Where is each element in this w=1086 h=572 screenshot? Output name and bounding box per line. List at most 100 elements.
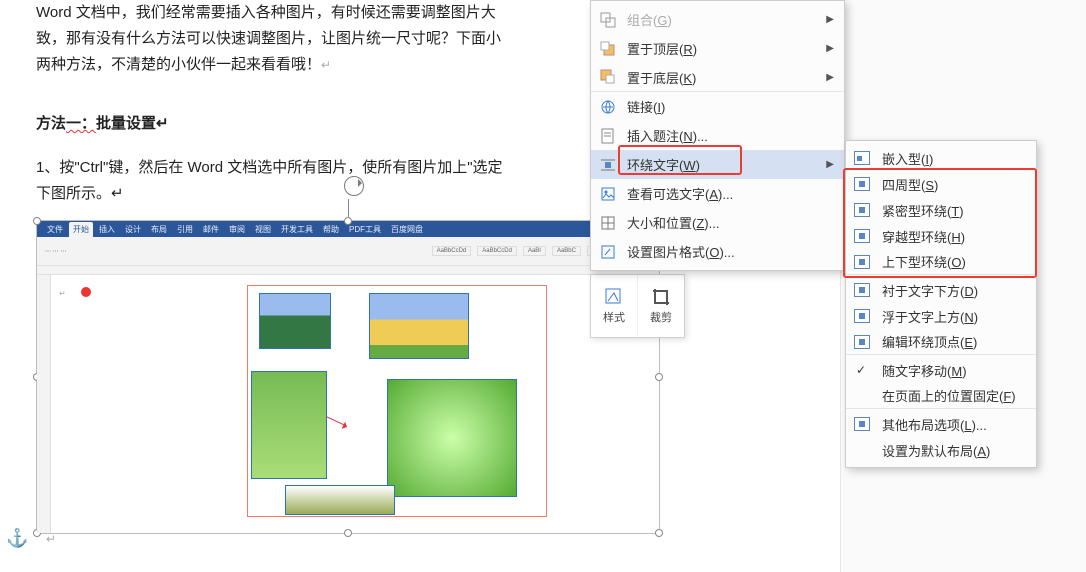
picture[interactable] [387,379,517,497]
submenu-item-square[interactable]: 四周型(S) [846,171,1036,197]
submenu-item-front2[interactable]: 浮于文字上方(N) [846,303,1036,329]
inner-canvas [211,285,639,525]
menu-item-wrap[interactable]: 环绕文字(W)▶ [591,150,844,179]
inner-tab[interactable]: 开始 [69,222,93,237]
record-dot-icon [81,287,91,297]
menu-label: 置于顶层(R) [627,39,697,58]
inner-tab[interactable]: 文件 [43,222,67,237]
menu-label: 插入题注(N)... [627,126,708,145]
embedded-screenshot[interactable]: 文件开始插入设计布局引用邮件审阅视图开发工具帮助PDF工具百度网盘 ⋯ ⋯ ⋯ … [36,220,660,534]
style-preview: AaBI [523,246,546,256]
submenu-item-move[interactable]: ✓随文字移动(M) [846,357,1036,383]
menu-item-front[interactable]: 置于顶层(R)▶ [591,34,844,63]
menu-item-link[interactable]: 链接(I) [591,92,844,121]
paragraph-line: 两种方法，不清楚的小伙伴一起来看看哦！ [36,56,321,73]
submenu-item-topbottom[interactable]: 上下型环绕(O) [846,249,1036,275]
style-preview: AaBbCcDd [477,246,517,256]
menu-label: 链接(I) [627,97,665,116]
menu-label: 置于底层(K) [627,68,696,87]
resize-handle[interactable] [344,217,352,225]
submenu-item-tight[interactable]: 紧密型环绕(T) [846,197,1036,223]
wrap-topbottom-icon [854,255,870,269]
margin-dot: ↵ [59,289,66,298]
inner-tab[interactable]: 设计 [121,222,145,237]
submenu-arrow-icon: ▶ [826,72,834,83]
submenu-label: 紧密型环绕(T) [882,201,964,220]
submenu-item-fix[interactable]: 在页面上的位置固定(F) [846,383,1036,409]
submenu-item-inline[interactable]: 嵌入型(I) [846,145,1036,171]
submenu-label: 编辑环绕顶点(E) [882,332,977,351]
size-icon [599,214,617,232]
menu-label: 设置图片格式(O)... [627,242,735,261]
step1-b: 下图所示。 [36,185,111,202]
heading-wave: 一： [66,115,96,132]
menu-item-fmt[interactable]: 设置图片格式(O)... [591,237,844,266]
submenu-label: 嵌入型(I) [882,149,933,168]
rotate-handle-icon[interactable] [344,176,364,196]
mini-style-button[interactable]: 样式 [591,275,638,337]
menu-item-back[interactable]: 置于底层(K) ▶ [591,63,844,92]
anchor-icon: ⚓ [6,528,28,549]
style-preview: AaBbC [552,246,581,256]
wrap-behind-icon [854,283,870,297]
wrap-icon [599,156,617,174]
inner-tab[interactable]: 百度网盘 [387,222,427,237]
paragraph-line: 致，那有没有什么方法可以快速调整图片，让图片统一尺寸呢？下面小 [36,30,501,47]
inner-left-ruler [37,275,51,533]
submenu-label: 浮于文字上方(N) [882,307,978,326]
inner-tab[interactable]: 插入 [95,222,119,237]
fmt-icon [599,243,617,261]
inner-tab[interactable]: 审阅 [225,222,249,237]
submenu-label: 穿越型环绕(H) [882,227,965,246]
crop-icon [651,287,671,307]
rotate-stem [348,199,349,217]
menu-item-size[interactable]: 大小和位置(Z)... [591,208,844,237]
inner-tab[interactable]: 邮件 [199,222,223,237]
resize-handle[interactable] [344,529,352,537]
menu-item-caption[interactable]: 插入题注(N)... [591,121,844,150]
submenu-item-editpts[interactable]: 编辑环绕顶点(E) [846,329,1036,355]
inner-tab[interactable]: PDF工具 [345,222,385,237]
submenu-label: 衬于文字下方(D) [882,281,978,300]
picture[interactable] [369,293,469,359]
submenu-item-more[interactable]: 其他布局选项(L)... [846,411,1036,437]
inner-tab[interactable]: 帮助 [319,222,343,237]
link-icon [599,98,617,116]
group-icon [599,11,617,29]
resize-handle[interactable] [655,373,663,381]
menu-item-alt[interactable]: 查看可选文字(A)... [591,179,844,208]
mini-toolbar: 样式 裁剪 [590,274,685,338]
wrap-front2-icon [854,309,870,323]
paragraph-line: Word 文档中，我们经常需要插入各种图片，有时候还需要调整图片大 [36,4,496,21]
wrap-editpts-icon [854,335,870,349]
picture[interactable] [285,485,395,515]
inner-tab[interactable]: 引用 [173,222,197,237]
mini-crop-button[interactable]: 裁剪 [638,275,684,337]
context-menu: 组合(G)▶置于顶层(R)▶ 置于底层(K) ▶ 链接(I) 插入题注(N)... 环绕文… [590,0,845,271]
menu-label: 大小和位置(Z)... [627,213,719,232]
inner-tab[interactable]: 布局 [147,222,171,237]
heading-pre: 方法 [36,115,66,132]
submenu-item-behind[interactable]: 衬于文字下方(D) [846,277,1036,303]
mini-crop-label: 裁剪 [650,309,672,325]
wrap-through-icon [854,229,870,243]
picture[interactable] [259,293,331,349]
inner-tab[interactable]: 开发工具 [277,222,317,237]
submenu-item-default[interactable]: 设置为默认布局(A) [846,437,1036,463]
submenu-item-through[interactable]: 穿越型环绕(H) [846,223,1036,249]
wrap-more-icon [854,417,870,431]
inner-ribbon: 文件开始插入设计布局引用邮件审阅视图开发工具帮助PDF工具百度网盘 ⋯ ⋯ ⋯ … [37,221,659,265]
step1-a: 1、按"Ctrl"键，然后在 Word 文档选中所有图片，使所有图片加上"选定 [36,159,503,176]
picture[interactable] [251,371,327,479]
inner-tab[interactable]: 视图 [251,222,275,237]
style-icon [604,287,624,307]
submenu-label: 四周型(S) [882,175,938,194]
inner-ruler [37,265,659,275]
heading-post: 批量设置 [96,115,156,132]
menu-item-group[interactable]: 组合(G)▶ [591,5,844,34]
check-icon: ✓ [856,363,866,377]
alt-icon [599,185,617,203]
resize-handle[interactable] [33,217,41,225]
resize-handle[interactable] [655,529,663,537]
front-icon [599,40,617,58]
